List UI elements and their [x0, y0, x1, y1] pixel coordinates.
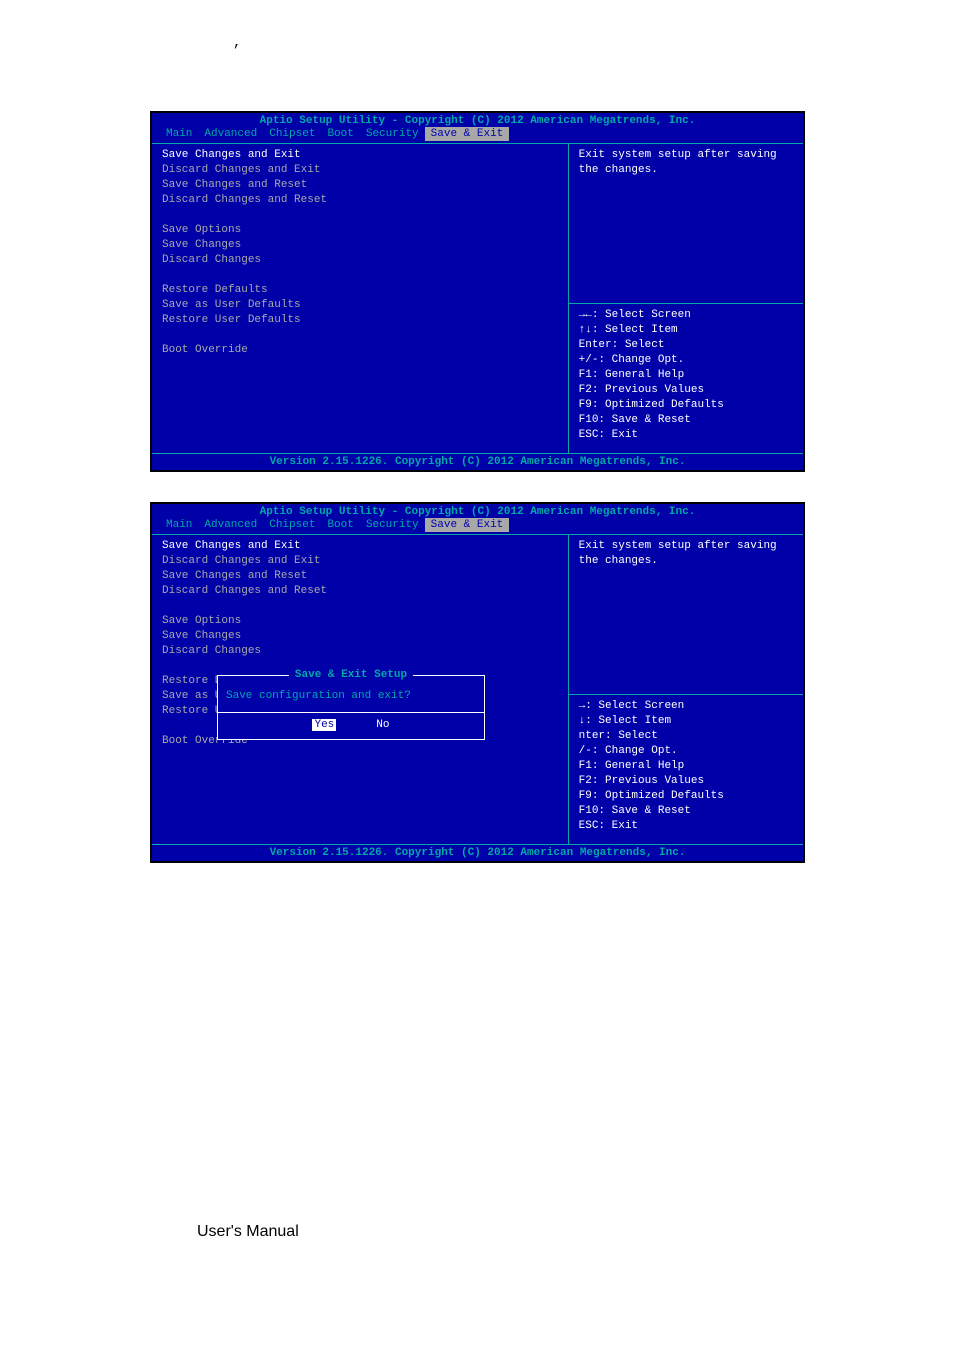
menu-bar: MainAdvancedChipsetBootSecuritySave & Ex… — [152, 518, 803, 534]
option-save-changes-and-exit[interactable]: Save Changes and Exit — [162, 148, 558, 163]
option-save-changes-and-reset[interactable]: Save Changes and Reset — [162, 178, 558, 193]
menu-bar: MainAdvancedChipsetBootSecuritySave & Ex… — [152, 127, 803, 143]
option-save-as-user-defaults[interactable]: Save as User Defaults — [162, 298, 558, 313]
menu-tab-advanced[interactable]: Advanced — [198, 518, 263, 532]
help-description: Exit system setup after saving — [579, 539, 793, 554]
save-exit-dialog: Save & Exit Setup Save configuration and… — [217, 675, 485, 740]
option-discard-changes-and-reset[interactable]: Discard Changes and Reset — [162, 584, 558, 599]
option-restore-defaults[interactable]: Restore Defaults — [162, 283, 558, 298]
bios-title: Aptio Setup Utility - Copyright (C) 2012… — [152, 113, 803, 127]
help-key-hint: →: Select Screen — [579, 699, 793, 714]
menu-tab-advanced[interactable]: Advanced — [198, 127, 263, 141]
help-panel: Exit system setup after savingthe change… — [569, 143, 803, 453]
help-key-hint: F2: Previous Values — [579, 383, 793, 398]
menu-tab-boot[interactable]: Boot — [321, 127, 359, 141]
user-manual-label: User's Manual — [0, 933, 954, 1281]
help-key-hint: +/-: Change Opt. — [579, 353, 793, 368]
bios-footer: Version 2.15.1226. Copyright (C) 2012 Am… — [152, 844, 803, 861]
options-panel: Save Changes and ExitDiscard Changes and… — [152, 534, 569, 844]
help-description: Exit system setup after saving — [579, 148, 793, 163]
dialog-title: Save & Exit Setup — [289, 669, 413, 681]
help-panel: Exit system setup after savingthe change… — [569, 534, 803, 844]
help-key-hint: Enter: Select — [579, 338, 793, 353]
menu-tab-security[interactable]: Security — [360, 127, 425, 141]
options-panel: Save Changes and ExitDiscard Changes and… — [152, 143, 569, 453]
help-key-hint: →←: Select Screen — [579, 308, 793, 323]
option-discard-changes-and-exit[interactable]: Discard Changes and Exit — [162, 163, 558, 178]
help-description: the changes. — [579, 163, 793, 178]
option-boot-override[interactable]: Boot Override — [162, 343, 558, 358]
menu-tab-main[interactable]: Main — [160, 518, 198, 532]
dialog-no-button[interactable]: No — [376, 719, 389, 731]
page-content: Aptio Setup Utility - Copyright (C) 2012… — [0, 51, 954, 933]
bios-screen-2: Aptio Setup Utility - Copyright (C) 2012… — [150, 502, 805, 863]
option-discard-changes[interactable]: Discard Changes — [162, 253, 558, 268]
stray-comma: , — [0, 0, 954, 51]
menu-tab-chipset[interactable]: Chipset — [263, 127, 321, 141]
option-save-changes[interactable]: Save Changes — [162, 238, 558, 253]
help-key-hint: F10: Save & Reset — [579, 413, 793, 428]
help-key-hint: /-: Change Opt. — [579, 744, 793, 759]
option-save-options[interactable]: Save Options — [162, 223, 558, 238]
help-key-hint: F2: Previous Values — [579, 774, 793, 789]
help-key-hint: ↓: Select Item — [579, 714, 793, 729]
help-key-hint: ↑↓: Select Item — [579, 323, 793, 338]
dialog-yes-button[interactable]: Yes — [312, 719, 336, 731]
option-discard-changes-and-reset[interactable]: Discard Changes and Reset — [162, 193, 558, 208]
option-discard-changes-and-exit[interactable]: Discard Changes and Exit — [162, 554, 558, 569]
bios-footer: Version 2.15.1226. Copyright (C) 2012 Am… — [152, 453, 803, 470]
menu-tab-security[interactable]: Security — [360, 518, 425, 532]
menu-tab-chipset[interactable]: Chipset — [263, 518, 321, 532]
option-save-changes[interactable]: Save Changes — [162, 629, 558, 644]
help-key-hint: ESC: Exit — [579, 428, 793, 443]
bios-title: Aptio Setup Utility - Copyright (C) 2012… — [152, 504, 803, 518]
help-key-hint: ESC: Exit — [579, 819, 793, 834]
help-key-hint: F1: General Help — [579, 368, 793, 383]
bios-screen-1: Aptio Setup Utility - Copyright (C) 2012… — [150, 111, 805, 472]
help-key-hint: F1: General Help — [579, 759, 793, 774]
option-save-changes-and-exit[interactable]: Save Changes and Exit — [162, 539, 558, 554]
option-save-options[interactable]: Save Options — [162, 614, 558, 629]
help-key-hint: F9: Optimized Defaults — [579, 398, 793, 413]
option-restore-user-defaults[interactable]: Restore User Defaults — [162, 313, 558, 328]
help-key-hint: nter: Select — [579, 729, 793, 744]
menu-tab-boot[interactable]: Boot — [321, 518, 359, 532]
menu-tab-save-exit[interactable]: Save & Exit — [425, 518, 510, 532]
option-discard-changes[interactable]: Discard Changes — [162, 644, 558, 659]
help-key-hint: F10: Save & Reset — [579, 804, 793, 819]
menu-tab-main[interactable]: Main — [160, 127, 198, 141]
help-description: the changes. — [579, 554, 793, 569]
option-save-changes-and-reset[interactable]: Save Changes and Reset — [162, 569, 558, 584]
dialog-text: Save configuration and exit? — [226, 686, 476, 712]
menu-tab-save-exit[interactable]: Save & Exit — [425, 127, 510, 141]
help-key-hint: F9: Optimized Defaults — [579, 789, 793, 804]
